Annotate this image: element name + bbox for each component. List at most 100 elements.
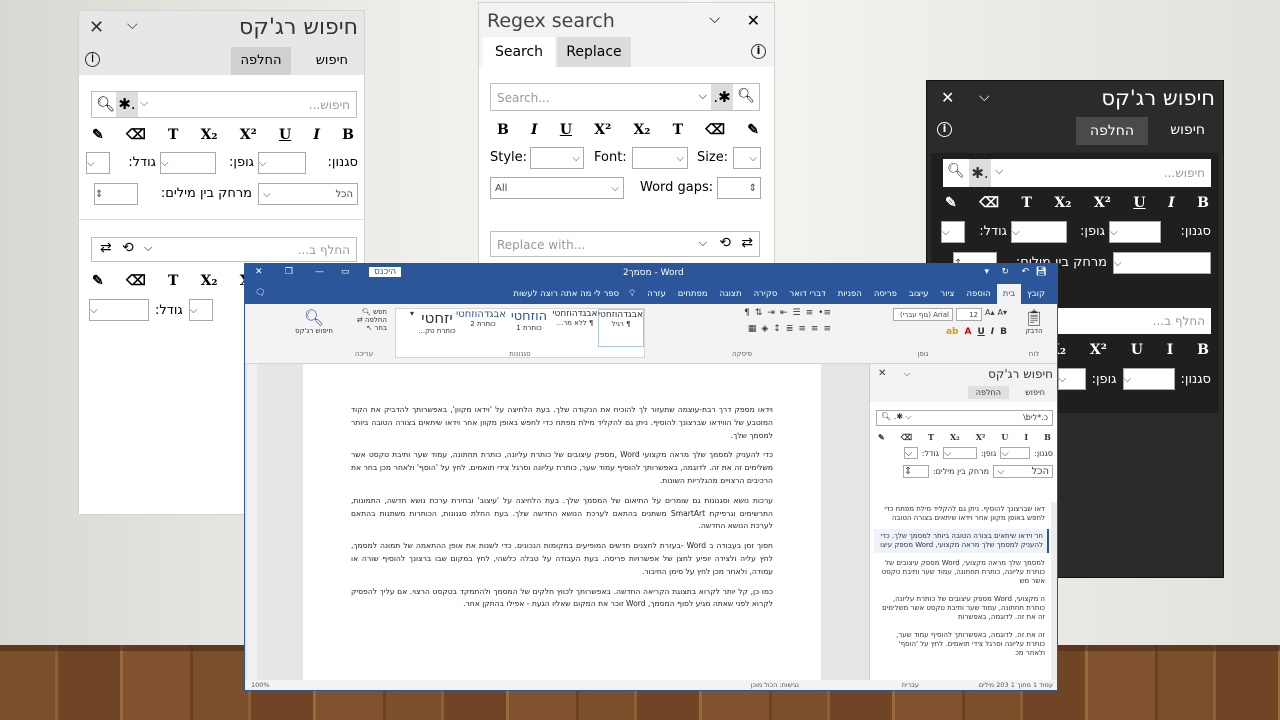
scope-select[interactable]: ⌵	[1113, 252, 1211, 274]
chevron-down-icon[interactable]: ⌵	[904, 369, 910, 379]
clear-format-icon[interactable]: T	[168, 273, 178, 289]
underline-icon[interactable]: U	[1131, 342, 1143, 358]
tab-review[interactable]: סקירה	[748, 284, 784, 304]
font-color-icon[interactable]: A	[964, 327, 971, 337]
superscript-icon[interactable]: X²	[594, 122, 611, 138]
underline-icon[interactable]: U	[1001, 432, 1008, 442]
justify-icon[interactable]: ≣	[786, 324, 794, 334]
ribbon-display-icon[interactable]: ▭	[341, 267, 350, 277]
replace-all-icon[interactable]: ⇄	[741, 235, 753, 251]
superscript-icon[interactable]: X²	[1090, 342, 1107, 358]
bullets-icon[interactable]: •≡	[818, 308, 831, 318]
italic-icon[interactable]: I	[313, 127, 320, 143]
center-icon[interactable]: ≡	[811, 324, 819, 334]
info-icon[interactable]: i	[751, 44, 766, 59]
language-status[interactable]: עברית	[902, 681, 919, 689]
history-chevron-icon[interactable]: ⌵	[699, 89, 707, 103]
close-icon[interactable]: ✕	[89, 17, 104, 38]
history-chevron-icon[interactable]: ⌵	[995, 164, 1003, 178]
line-spacing-icon[interactable]: ↕	[773, 324, 781, 334]
result-item[interactable]: ה מקצועי, Word מספק עיצובים של כותרת עלי…	[874, 592, 1049, 625]
italic-icon[interactable]: I	[531, 122, 538, 138]
pilcrow-icon[interactable]: ¶	[744, 308, 750, 318]
style-normal[interactable]: אבגדהוזחטי ¶ רגיל	[598, 309, 644, 347]
tab-replace[interactable]: Replace	[557, 37, 631, 67]
regex-toggle-icon[interactable]: .✱	[116, 92, 138, 117]
shrink-font-icon[interactable]: A▾	[998, 308, 1008, 321]
find-button[interactable]: 🔍︎ חפש	[341, 308, 387, 316]
underline-icon[interactable]: U	[1133, 195, 1145, 211]
size-select[interactable]: ⌵	[903, 447, 918, 459]
tab-design[interactable]: עיצוב	[903, 284, 935, 304]
style-title[interactable]: יזחטי כותרת טק...	[414, 309, 460, 347]
history-chevron-icon[interactable]: ⌵	[140, 96, 148, 110]
multilevel-list-icon[interactable]: ☰	[793, 308, 801, 318]
history-chevron-icon[interactable]: ⌵	[144, 241, 152, 255]
tell-me-input[interactable]: ספר לי מה אתה רוצה לעשות	[509, 284, 623, 304]
styles-more-icon[interactable]: ▾	[400, 309, 414, 347]
result-item[interactable]: זה את זה. לדוגמה, באפשרותך להוסיף עמוד ש…	[874, 628, 1049, 661]
close-icon[interactable]: ✕	[941, 88, 954, 107]
tab-search[interactable]: חיפוש	[1170, 122, 1205, 138]
close-icon[interactable]: ✕	[878, 368, 886, 379]
underline-icon[interactable]: U	[977, 327, 984, 337]
document-page[interactable]: וידאו מספק דרך רבת-עוצמה שתעזור לך להוכי…	[303, 364, 821, 682]
clear-format-icon[interactable]: T	[673, 122, 683, 138]
restore-icon[interactable]: ❐	[285, 267, 293, 277]
search-input[interactable]: חיפוש... ⌵ .✱ 🔍︎	[91, 91, 357, 118]
tab-replace[interactable]: החלפה	[1076, 117, 1148, 145]
sort-icon[interactable]: ⇅	[755, 308, 763, 318]
outdent-icon[interactable]: ⇤	[780, 308, 788, 318]
tab-file[interactable]: קובץ	[1021, 284, 1051, 304]
font-name-select[interactable]: (גוף עברי) Arial	[893, 308, 953, 321]
italic-icon[interactable]: I	[1168, 195, 1175, 211]
tab-replace[interactable]: החלפה	[231, 47, 291, 75]
font-select[interactable]: ⌵	[632, 147, 688, 169]
regex-toggle-icon[interactable]: .✱	[711, 84, 733, 110]
scope-select[interactable]: הכל ⌵	[258, 183, 358, 205]
italic-icon[interactable]: I	[991, 327, 994, 337]
search-icon[interactable]: 🔍︎	[737, 88, 755, 104]
tab-search[interactable]: חיפוש	[1025, 388, 1045, 397]
close-icon[interactable]: ✕	[747, 11, 760, 30]
style-select[interactable]: ⌵	[1109, 221, 1161, 243]
tab-draw[interactable]: ציור	[934, 284, 960, 304]
save-icon[interactable]: 💾︎	[1036, 267, 1047, 277]
tab-help[interactable]: עזרה	[641, 284, 672, 304]
gap-stepper[interactable]: ⇕	[94, 183, 138, 205]
font-select[interactable]: ⌵	[1057, 368, 1086, 390]
scope-select[interactable]: All ⌵	[490, 177, 624, 199]
search-icon[interactable]: 🔍︎	[947, 163, 965, 179]
chevron-down-icon[interactable]: ⌵	[709, 11, 720, 27]
tab-insert[interactable]: הוספה	[960, 284, 996, 304]
accessibility-status[interactable]: נגישות: הכול מוכן	[751, 681, 799, 689]
signin-button[interactable]: היכנס	[369, 267, 402, 277]
bold-icon[interactable]: B	[1197, 195, 1209, 211]
scope-select[interactable]: הכל ⌵	[993, 465, 1053, 478]
numbered-list-icon[interactable]: ≡	[806, 308, 814, 318]
subscript-icon[interactable]: X₂	[1054, 195, 1071, 211]
info-icon[interactable]: i	[937, 122, 952, 137]
italic-icon[interactable]: I	[1167, 342, 1174, 358]
clear-format-icon[interactable]: T	[168, 127, 178, 143]
font-select[interactable]: ⌵	[160, 152, 216, 174]
tab-layout[interactable]: פריסה	[868, 284, 903, 304]
minimize-icon[interactable]: —	[315, 267, 324, 277]
style-no-spacing[interactable]: אבגדהוזחטי ¶ ללא מר...	[552, 309, 598, 347]
qat-chevron-icon[interactable]: ▾	[984, 267, 989, 277]
search-input[interactable]: חיפוש... ⌵ .✱ 🔍︎	[943, 159, 1211, 187]
underline-icon[interactable]: U	[279, 127, 291, 143]
result-item[interactable]: חר וידאו שיתאים בצורה הטובה ביותר למסמך …	[874, 529, 1049, 553]
search-input[interactable]: \bכ.*לי 🔍︎ .✱ ⌵	[876, 410, 1053, 426]
font-size-select[interactable]: 12	[956, 308, 982, 321]
info-icon[interactable]: i	[85, 52, 100, 67]
superscript-icon[interactable]: X²	[976, 432, 986, 442]
indent-icon[interactable]: ⇥	[767, 308, 775, 318]
eraser-icon[interactable]: ⌫	[901, 432, 912, 442]
chevron-down-icon[interactable]: ⌵	[127, 17, 138, 33]
size-select[interactable]: ⌵	[188, 299, 213, 321]
search-icon[interactable]: 🔍︎ .✱ ⌵	[881, 412, 912, 422]
tab-home[interactable]: בית	[996, 284, 1022, 304]
tab-developer[interactable]: מפתחים	[672, 284, 714, 304]
zoom-level[interactable]: 100%	[251, 681, 270, 689]
